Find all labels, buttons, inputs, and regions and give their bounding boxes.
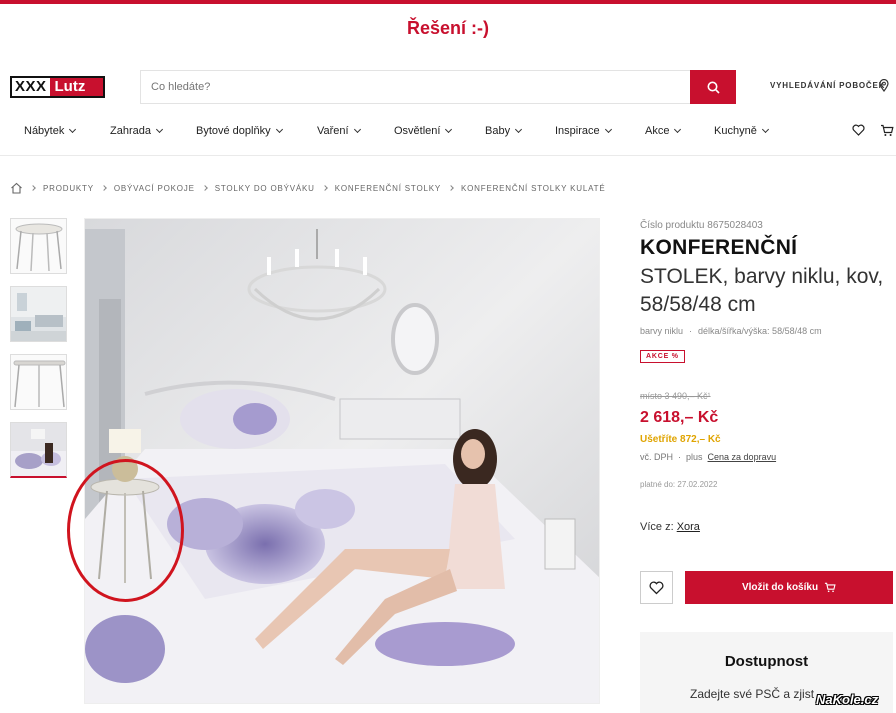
product-dimensions: délka/šířka/výška: 58/58/48 cm	[698, 326, 822, 336]
add-to-wishlist-button[interactable]	[640, 571, 673, 604]
chevron-down-icon	[155, 125, 164, 134]
search-input[interactable]	[141, 71, 681, 103]
spec-separator: ·	[689, 326, 693, 336]
solution-heading: Řešení :-)	[406, 18, 489, 38]
chevron-down-icon	[445, 125, 453, 134]
breadcrumb-separator	[201, 185, 208, 191]
breadcrumb-item-konferencni-stolky[interactable]: KONFERENČNÍ STOLKY	[335, 184, 441, 193]
logo-text-left: XXX	[12, 78, 50, 96]
cart-icon[interactable]	[880, 124, 894, 137]
nav-item-label: Akce	[645, 125, 670, 137]
breadcrumb-separator	[448, 185, 454, 191]
nav-item-bytove-doplnky[interactable]: Bytové doplňky	[196, 125, 283, 137]
thumbnail-bedroom[interactable]	[10, 422, 67, 478]
highlight-circle-annotation	[67, 459, 184, 602]
search-bar	[140, 70, 736, 104]
breadcrumb-separator	[101, 185, 107, 191]
nav-item-osvetleni[interactable]: Osvětlení	[394, 125, 453, 137]
nav-item-vareni[interactable]: Vaření	[317, 125, 361, 137]
logo-text-right: Lutz	[49, 78, 103, 96]
bedroom-thumbnail-image	[11, 423, 66, 476]
breadcrumb-item-stolky[interactable]: STOLKY DO OBÝVÁKU	[215, 184, 315, 193]
chevron-down-icon	[515, 125, 523, 134]
breadcrumb-separator	[321, 185, 328, 191]
home-icon[interactable]	[10, 182, 23, 194]
nav-item-baby[interactable]: Baby	[485, 125, 523, 137]
table-thumbnail-image	[11, 219, 66, 273]
nav-item-label: Bytové doplňky	[196, 125, 271, 137]
old-price: místo 3 490,– Kč¹	[640, 391, 711, 401]
breadcrumb-separator	[30, 185, 36, 191]
vat-label: vč. DPH	[640, 452, 674, 462]
bedroom-scene-image	[85, 219, 599, 703]
main-navigation: Nábytek Zahrada Bytové doplňky Vaření Os…	[0, 116, 896, 156]
product-title-bold: KONFERENČNÍ	[640, 236, 798, 259]
breadcrumb: PRODUKTY OBÝVACÍ POKOJE STOLKY DO OBÝVÁK…	[10, 182, 606, 194]
nav-item-zahrada[interactable]: Zahrada	[110, 125, 164, 137]
vat-separator: ·	[678, 452, 682, 462]
wishlist-heart-icon[interactable]	[852, 124, 865, 136]
search-icon	[707, 81, 720, 94]
plus-label: plus	[686, 452, 703, 462]
nav-item-kuchyne[interactable]: Kuchyně	[714, 125, 769, 137]
chevron-down-icon	[275, 125, 283, 134]
chevron-down-icon	[353, 125, 361, 134]
nav-item-label: Baby	[485, 125, 511, 137]
nav-item-akce[interactable]: Akce	[645, 125, 682, 137]
search-button[interactable]	[690, 70, 736, 104]
savings-amount: Ušetříte 872,– Kč	[640, 434, 721, 445]
chevron-down-icon	[69, 125, 77, 134]
nav-item-label: Osvětlení	[394, 125, 441, 137]
heart-icon	[649, 581, 664, 594]
main-product-image[interactable]	[84, 218, 600, 704]
nav-item-label: Vaření	[317, 125, 349, 137]
location-pin-icon[interactable]	[879, 79, 889, 92]
top-rule	[0, 0, 896, 4]
current-price: 2 618,– Kč	[640, 409, 719, 426]
living-room-thumbnail-image	[11, 287, 66, 341]
chevron-down-icon	[761, 125, 769, 134]
add-to-cart-label: Vložit do košíku	[741, 582, 819, 593]
shipping-cost-link[interactable]: Cena za dopravu	[708, 452, 777, 462]
cart-icon	[824, 582, 836, 593]
xxxlutz-logo[interactable]: XXX Lutz	[10, 76, 105, 98]
thumbnail-table-side[interactable]	[10, 354, 67, 410]
nav-item-label: Zahrada	[110, 125, 151, 137]
breadcrumb-item-kulate[interactable]: KONFERENČNÍ STOLKY KULATÉ	[461, 184, 605, 193]
brand-link[interactable]: Xora	[677, 521, 700, 533]
chevron-down-icon	[674, 125, 682, 134]
more-from-label: Více z:	[640, 521, 674, 533]
add-to-cart-button[interactable]: Vložit do košíku	[685, 571, 893, 604]
availability-text: Zadejte své PSČ a zjist	[690, 687, 815, 701]
product-title-rest: STOLEK, barvy niklu, kov, 58/58/48 cm	[640, 265, 884, 316]
product-specs: barvy niklu · délka/šířka/výška: 58/58/4…	[640, 326, 822, 336]
nav-item-label: Inspirace	[555, 125, 600, 137]
nav-item-label: Kuchyně	[714, 125, 757, 137]
valid-until: platné do: 27.02.2022	[640, 480, 718, 489]
branch-search-link[interactable]: VYHLEDÁVÁNÍ POBOČEK	[770, 81, 885, 90]
breadcrumb-item-produkty[interactable]: PRODUKTY	[43, 184, 94, 193]
thumbnail-table[interactable]	[10, 218, 67, 274]
sale-badge: AKCE %	[640, 350, 685, 363]
chevron-down-icon	[604, 125, 612, 134]
product-number: Číslo produktu 8675028403	[640, 220, 763, 231]
breadcrumb-item-obyvaci-pokoje[interactable]: OBÝVACÍ POKOJE	[114, 184, 195, 193]
product-color: barvy niklu	[640, 326, 684, 336]
nav-item-nabytek[interactable]: Nábytek	[24, 125, 77, 137]
price-vat-info: vč. DPH · plus Cena za dopravu	[640, 452, 776, 462]
thumbnail-living-room[interactable]	[10, 286, 67, 342]
table-side-thumbnail-image	[11, 355, 66, 409]
site-watermark: NaKole.cz	[816, 692, 879, 707]
nav-item-inspirace[interactable]: Inspirace	[555, 125, 612, 137]
nav-item-label: Nábytek	[24, 125, 65, 137]
availability-title: Dostupnost	[724, 653, 809, 670]
more-from: Více z: Xora	[640, 521, 700, 533]
